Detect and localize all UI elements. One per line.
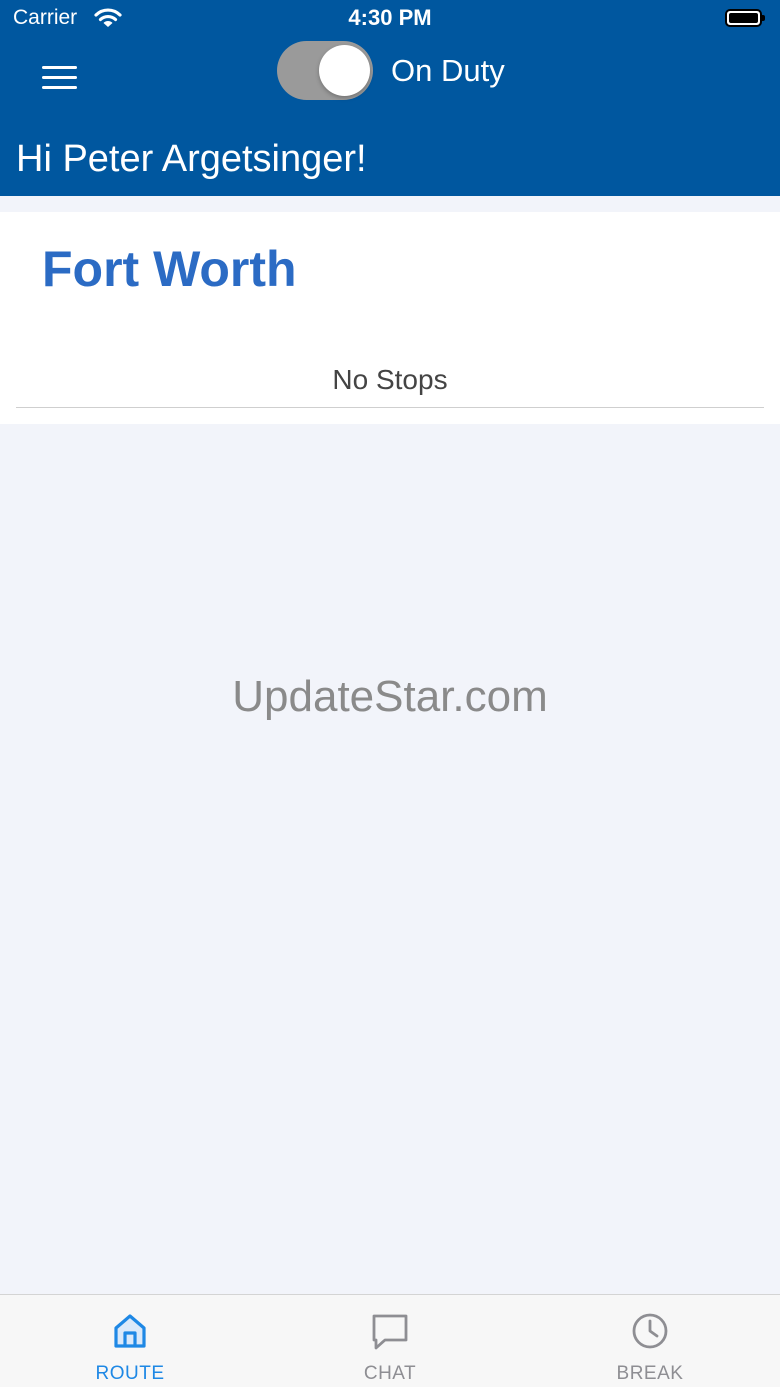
chat-bubble-icon [372,1314,408,1350]
city-title: Fort Worth [42,241,297,297]
battery-icon [725,9,765,27]
tab-route[interactable]: ROUTE [50,1295,210,1387]
divider [16,407,764,408]
menu-line-icon [42,76,77,79]
tab-label-break: BREAK [616,1363,684,1384]
empty-stops-message: No Stops [332,364,448,395]
greeting-text: Hi Peter Argetsinger! [16,138,367,180]
menu-line-icon [42,86,77,89]
hamburger-menu-button[interactable] [40,66,80,92]
app-header: Carrier 4:30 PM On Duty Hi Peter Argetsi… [0,0,780,196]
clock-icon [632,1313,668,1349]
menu-line-icon [42,66,77,69]
tab-label-chat: CHAT [363,1363,417,1384]
tab-break[interactable]: BREAK [570,1295,730,1387]
tab-label-route: ROUTE [95,1363,165,1384]
on-duty-toggle[interactable] [277,41,373,100]
tab-chat[interactable]: CHAT [310,1295,470,1387]
duty-status-label: On Duty [391,53,505,88]
route-card: Fort Worth No Stops [0,212,780,424]
toggle-knob [319,45,370,96]
home-icon [114,1314,146,1348]
status-time: 4:30 PM [348,5,432,30]
status-bar: Carrier 4:30 PM [0,0,780,40]
watermark-text: UpdateStar.com [232,672,548,721]
tab-bar: ROUTE CHAT BREAK [0,1294,780,1387]
